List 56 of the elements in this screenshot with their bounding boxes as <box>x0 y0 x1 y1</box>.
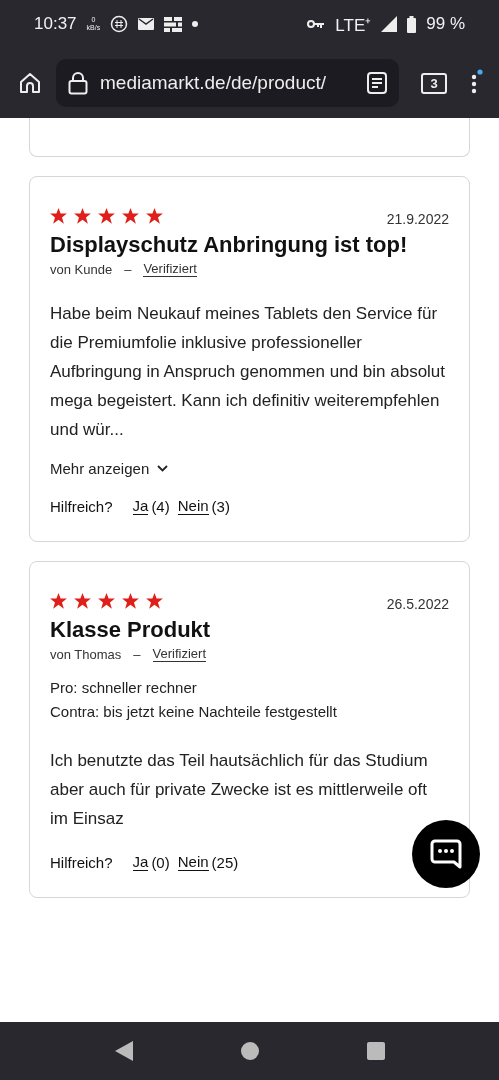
home-icon[interactable] <box>18 71 42 95</box>
address-bar[interactable]: mediamarkt.de/de/product/ <box>56 59 399 107</box>
star-icon <box>122 593 139 609</box>
lock-icon <box>68 71 88 95</box>
review-title: Klasse Produkt <box>50 616 212 644</box>
no-link[interactable]: Nein <box>177 853 209 871</box>
star-icon <box>122 208 139 224</box>
pros-cons-line: Contra: bis jetzt keine Nachteile festgestellt <box>50 702 338 722</box>
star-icon <box>74 208 91 224</box>
star-icon <box>50 208 67 224</box>
battery-icon <box>407 15 417 33</box>
hashtag-icon <box>110 15 129 33</box>
network-type: LTE⁺ <box>335 14 372 36</box>
review-author: von Thomas <box>50 646 122 662</box>
show-more-button[interactable]: Mehr anzeigen <box>50 460 169 477</box>
no-count: (3) <box>211 497 230 515</box>
grid-icon <box>164 16 183 32</box>
yes-count: (0) <box>151 853 170 871</box>
review-author: von Kunde <box>50 261 113 277</box>
review-date: 21.9.2022 <box>386 211 449 227</box>
helpful-label: Hilfreich? <box>50 497 113 515</box>
document-icon[interactable] <box>367 72 387 94</box>
pros-cons-line: Pro: schneller rechner <box>50 678 198 698</box>
verified-link[interactable]: Verifiziert <box>152 646 206 662</box>
yes-link[interactable]: Ja <box>132 853 149 871</box>
review-title: Displayschutz Anbringung ist top! <box>50 231 409 259</box>
battery-level: 99 % <box>426 14 465 34</box>
back-icon[interactable] <box>114 1041 133 1061</box>
tab-count[interactable]: 3 <box>421 72 447 94</box>
separator: – <box>124 261 132 277</box>
star-icon <box>146 593 163 609</box>
review-date: 26.5.2022 <box>386 596 449 612</box>
yes-count: (4) <box>151 497 170 515</box>
home-button-icon[interactable] <box>240 1042 259 1060</box>
no-link[interactable]: Nein <box>177 497 209 515</box>
chevron-down-icon <box>157 465 169 472</box>
star-icon <box>74 593 91 609</box>
star-icon <box>98 208 115 224</box>
recents-icon[interactable] <box>366 1042 385 1060</box>
helpful-label: Hilfreich? <box>50 853 113 871</box>
star-icon <box>50 593 67 609</box>
verified-link[interactable]: Verifiziert <box>143 261 197 277</box>
signal-icon <box>381 16 398 32</box>
mail-icon <box>138 18 155 30</box>
review-text: Habe beim Neukauf meines Tablets den Service für die Premiumfolie inklusive professioneller Aufbringung in Anspruch genommen und bin absolut mega begeistert. Kann ich definitiv weiterempfehlen und wür... <box>50 303 447 441</box>
no-count: (25) <box>211 853 239 871</box>
url-text: mediamarkt.de/de/product/ <box>100 72 327 94</box>
star-icon <box>98 593 115 609</box>
separator: – <box>133 646 141 662</box>
clock: 10:37 <box>34 14 77 34</box>
key-icon <box>307 19 326 29</box>
yes-link[interactable]: Ja <box>132 497 149 515</box>
review-text: Ich benutzte das Teil hautsächlich für das Studium aber auch für private Zwecke ist es mittlerweile oft im Einsaz <box>50 750 429 830</box>
star-icon <box>146 208 163 224</box>
chat-icon <box>429 837 463 871</box>
dot-icon <box>192 21 199 27</box>
